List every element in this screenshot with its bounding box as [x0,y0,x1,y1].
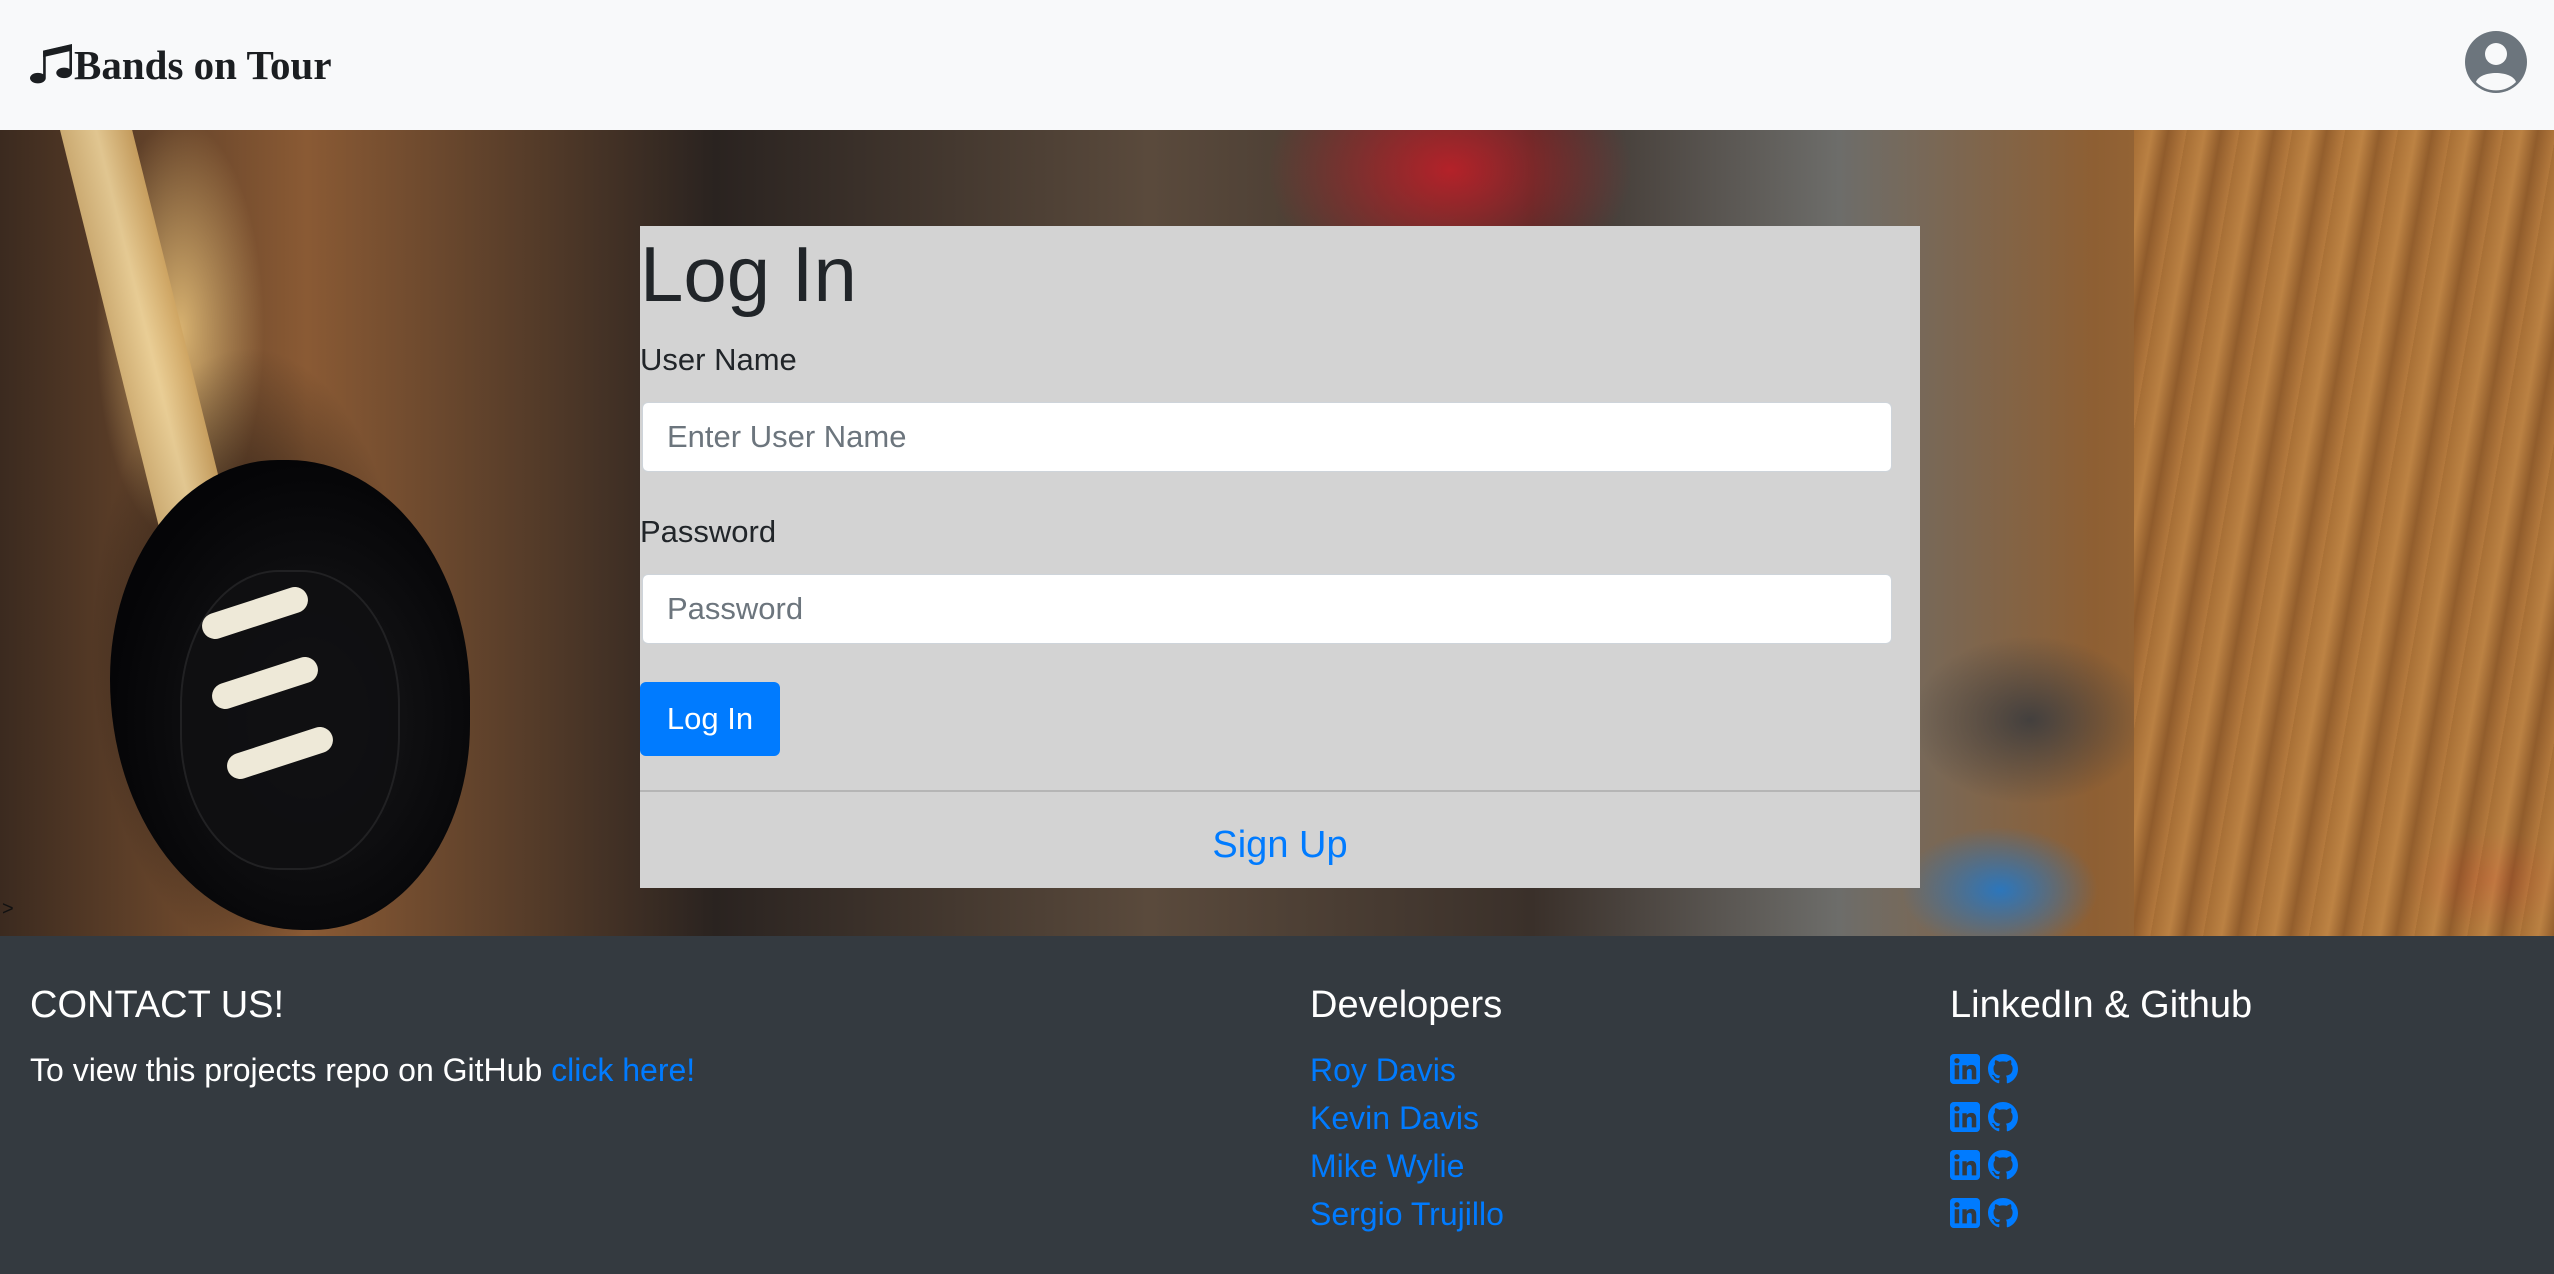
username-input[interactable] [642,402,1892,472]
social-heading: LinkedIn & Github [1950,984,2253,1026]
brand-link[interactable]: Bands on Tour [30,36,332,94]
brand-name: Bands on Tour [74,42,332,88]
developer-link-roy-davis[interactable]: Roy Davis [1310,1052,1456,1089]
login-form: Log In User Name Password Log In Sign Up [640,226,1920,888]
github-icon[interactable] [1988,1198,2018,1228]
linkedin-icon[interactable] [1950,1198,1980,1228]
social-links-row [1950,1198,2018,1228]
divider [640,790,1920,792]
password-label: Password [640,514,777,549]
developer-link-mike-wylie[interactable]: Mike Wylie [1310,1148,1464,1185]
hero-caret: > [2,898,14,920]
page-title: Log In [640,230,857,318]
navbar: Bands on Tour [0,0,2554,130]
repo-link[interactable]: click here! [551,1052,695,1088]
contact-heading: CONTACT US! [30,984,285,1026]
social-links-row [1950,1054,2018,1084]
username-label: User Name [640,342,797,377]
password-input[interactable] [642,574,1892,644]
linkedin-icon[interactable] [1950,1150,1980,1180]
user-circle-icon[interactable] [2464,30,2528,94]
footer: CONTACT US! To view this projects repo o… [0,936,2554,1274]
github-icon[interactable] [1988,1150,2018,1180]
developers-heading: Developers [1310,984,1503,1026]
developer-link-sergio-trujillo[interactable]: Sergio Trujillo [1310,1196,1504,1233]
music-note-icon [30,44,72,84]
contact-text: To view this projects repo on GitHub cli… [30,1052,695,1089]
login-button[interactable]: Log In [640,682,780,756]
linkedin-icon[interactable] [1950,1102,1980,1132]
contact-text-prefix: To view this projects repo on GitHub [30,1052,552,1088]
developer-link-kevin-davis[interactable]: Kevin Davis [1310,1100,1479,1137]
social-links-row [1950,1150,2018,1180]
linkedin-icon[interactable] [1950,1054,1980,1084]
github-icon[interactable] [1988,1102,2018,1132]
social-links-row [1950,1102,2018,1132]
github-icon[interactable] [1988,1054,2018,1084]
wood-cabinet-decoration [2134,130,2554,936]
signup-link[interactable]: Sign Up [640,824,1920,867]
